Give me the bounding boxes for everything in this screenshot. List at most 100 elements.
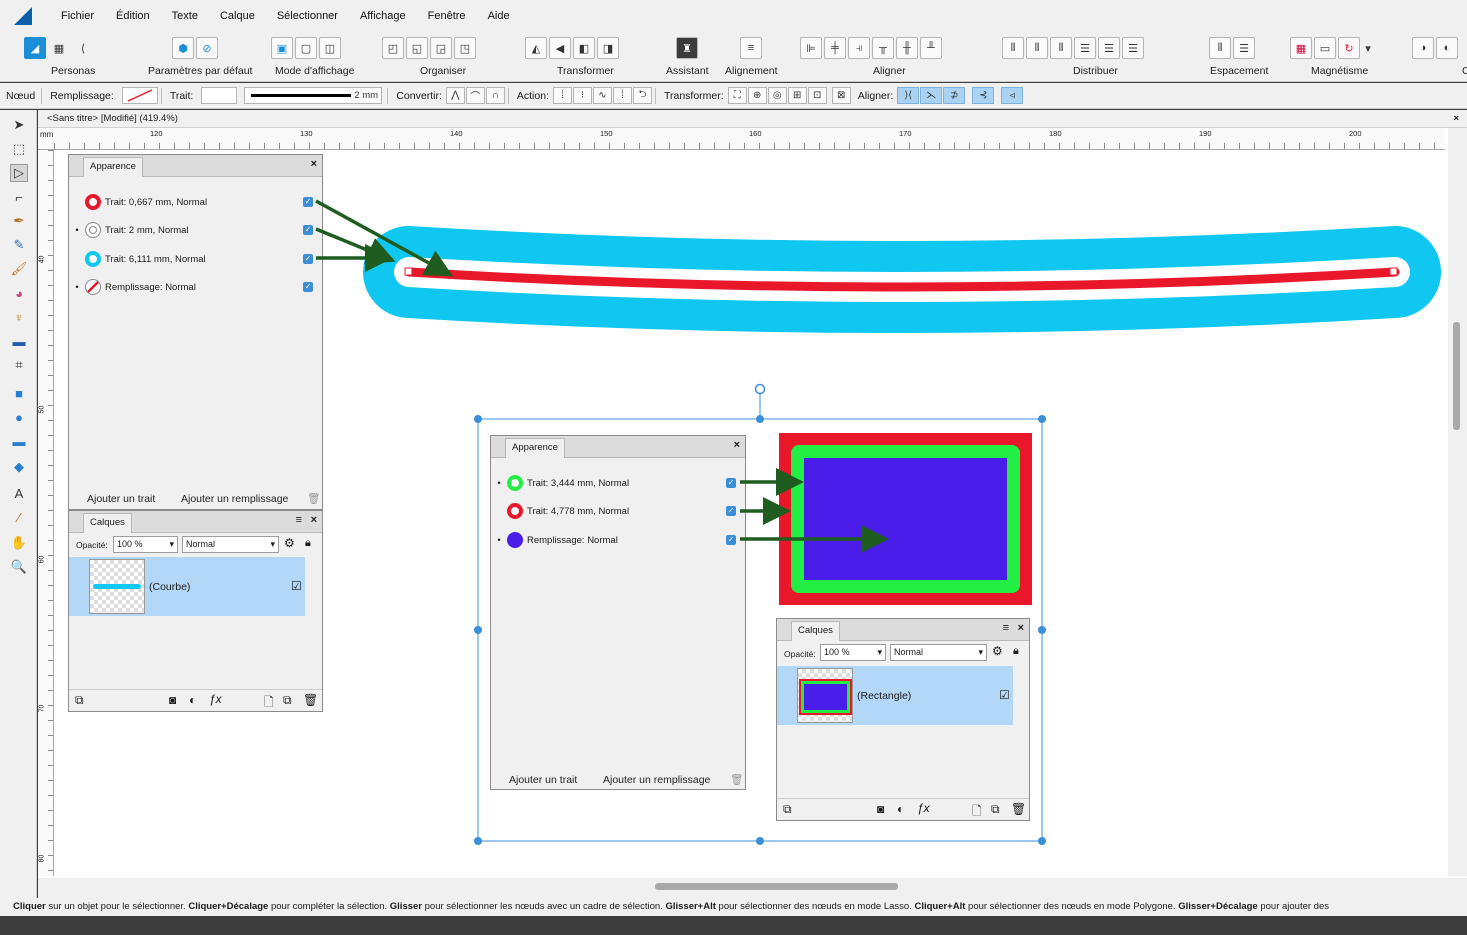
stroke-red-swatch-icon[interactable]	[85, 194, 101, 210]
layers-panel-title[interactable]: Calques	[791, 621, 840, 641]
blend-mode-select[interactable]: Normal ▾	[182, 536, 279, 553]
close-panel-icon[interactable]: ×	[1018, 622, 1024, 634]
mask-icon[interactable]: ◙	[169, 693, 176, 707]
layer-row-rectangle[interactable]: (Rectangle) ☑	[777, 666, 1013, 725]
opacity-value: 100 %	[117, 539, 143, 549]
add-fill-button[interactable]: Ajouter un remplissage	[181, 493, 288, 505]
appearance-row-label: Trait: 0,667 mm, Normal	[105, 196, 208, 208]
panel-menu-icon[interactable]: ≡	[1003, 622, 1009, 634]
stroke-cyan-swatch-icon[interactable]	[85, 251, 101, 267]
trash-icon[interactable]: 🗑	[730, 773, 743, 786]
lock-icon[interactable]: 🔒︎	[305, 537, 311, 550]
appearance-row-label: Trait: 4,778 mm, Normal	[527, 505, 630, 517]
visibility-checkbox[interactable]: ✓	[726, 535, 736, 545]
layers-panel-title[interactable]: Calques	[83, 513, 132, 533]
duplicate-layer-icon[interactable]: ⧉	[991, 802, 1000, 817]
blend-mode-select[interactable]: Normal ▾	[890, 644, 987, 661]
layer-name: (Courbe)	[149, 581, 191, 593]
appearance-row-green-stroke[interactable]: • Trait: 3,444 mm, Normal ✓	[491, 473, 745, 493]
duplicate-layer-icon[interactable]: ⧉	[283, 693, 292, 708]
layer-settings-gear-icon[interactable]: ⚙	[992, 644, 1003, 658]
close-panel-icon[interactable]: ×	[734, 439, 740, 451]
appearance-row-purple-fill[interactable]: • Remplissage: Normal ✓	[491, 530, 745, 550]
opacity-field[interactable]: 100 % ▾	[820, 644, 886, 661]
lock-icon[interactable]: 🔒︎	[1013, 645, 1019, 658]
status-key: Glisser+Décalage	[1178, 901, 1258, 912]
layers-panel-bottom: Calques ≡ × Opacité: 100 % ▾ Normal ▾ ⚙ 🔒︎…	[776, 618, 1030, 821]
selection-handle	[1038, 626, 1046, 634]
appearance-panel-title[interactable]: Apparence	[505, 438, 565, 458]
appearance-row-label: Trait: 3,444 mm, Normal	[527, 477, 630, 489]
appearance-row-red-stroke[interactable]: Trait: 4,778 mm, Normal ✓	[491, 501, 745, 521]
layers-panel-top: Calques ≡ × Opacité: 100 % ▾ Normal ▾ ⚙ 🔒︎…	[68, 510, 323, 712]
opacity-label: Opacité:	[76, 540, 108, 550]
close-panel-icon[interactable]: ×	[311, 514, 317, 526]
blend-mode-value: Normal	[894, 647, 924, 657]
new-layer-icon[interactable]: 🗋	[264, 693, 274, 714]
delete-layer-icon[interactable]: 🗑	[1011, 802, 1026, 816]
add-stroke-button[interactable]: Ajouter un trait	[87, 493, 155, 505]
status-text: pour sélectionner des nœuds en mode Lass…	[715, 901, 915, 912]
appearance-row-fill[interactable]: • Remplissage: Normal ✓	[69, 277, 322, 297]
layer-visibility-checkbox[interactable]: ☑	[999, 688, 1010, 702]
visibility-checkbox[interactable]: ✓	[303, 282, 313, 292]
status-key: Cliquer	[13, 901, 46, 912]
visibility-checkbox[interactable]: ✓	[726, 478, 736, 488]
selection-handle	[474, 837, 482, 845]
layer-thumbnail	[89, 559, 145, 614]
appearance-row-label: Trait: 6,111 mm, Normal	[105, 253, 206, 265]
status-text: sur un objet pour le sélectionner.	[45, 901, 189, 912]
opacity-field[interactable]: 100 % ▾	[113, 536, 178, 553]
fx-icon[interactable]: ƒx	[209, 692, 222, 706]
appearance-row-cyan-stroke[interactable]: Trait: 6,111 mm, Normal ✓	[69, 249, 322, 269]
status-text: pour ajouter des	[1257, 901, 1329, 912]
layer-settings-gear-icon[interactable]: ⚙	[284, 536, 295, 550]
adjustment-icon[interactable]: ◐	[897, 802, 904, 816]
rotation-handle	[754, 383, 766, 395]
appearance-row-white-stroke[interactable]: • Trait: 2 mm, Normal ✓	[69, 220, 322, 240]
stroke-white-swatch-icon[interactable]	[85, 222, 101, 238]
add-stroke-button[interactable]: Ajouter un trait	[509, 774, 577, 786]
visibility-checkbox[interactable]: ✓	[726, 506, 736, 516]
selection-handle	[756, 837, 764, 845]
visibility-checkbox[interactable]: ✓	[303, 254, 313, 264]
stroke-green-swatch-icon[interactable]	[507, 475, 523, 491]
new-layer-icon[interactable]: 🗋	[972, 802, 982, 823]
close-panel-icon[interactable]: ×	[311, 158, 317, 170]
dropdown-arrow-icon: ▾	[270, 539, 275, 549]
trash-icon[interactable]: 🗑	[307, 492, 320, 505]
visibility-checkbox[interactable]: ✓	[303, 225, 313, 235]
window-bottom-edge	[0, 916, 1467, 935]
stroke-red-swatch-icon[interactable]	[507, 503, 523, 519]
add-fill-button[interactable]: Ajouter un remplissage	[603, 774, 710, 786]
adjustment-icon[interactable]: ◐	[189, 693, 196, 707]
layers-footer: ⧉ ◙ ◐ ƒx 🗋 ⧉ 🗑	[777, 798, 1029, 820]
appearance-panel-tab-bar: Apparence ×	[491, 436, 745, 458]
status-key: Cliquer+Décalage	[188, 901, 269, 912]
selection-handle	[474, 415, 482, 423]
opacity-value: 100 %	[824, 647, 850, 657]
selection-handle	[474, 626, 482, 634]
opacity-label: Opacité:	[784, 649, 816, 659]
appearance-panel-title[interactable]: Apparence	[83, 157, 143, 177]
row-bullet: •	[75, 281, 79, 293]
appearance-row-label: Trait: 2 mm, Normal	[105, 224, 189, 236]
fx-icon[interactable]: ƒx	[917, 801, 930, 815]
fill-purple-swatch-icon[interactable]	[507, 532, 523, 548]
panel-menu-icon[interactable]: ≡	[296, 514, 302, 526]
mask-icon[interactable]: ◙	[877, 802, 884, 816]
appearance-row-red-stroke[interactable]: Trait: 0,667 mm, Normal ✓	[69, 192, 322, 212]
layer-thumbnail-rectangle	[799, 679, 852, 715]
status-key: Glisser+Alt	[665, 901, 716, 912]
layers-stack-icon[interactable]: ⧉	[783, 802, 792, 817]
dropdown-arrow-icon: ▾	[169, 539, 174, 549]
layer-name: (Rectangle)	[857, 690, 912, 702]
visibility-checkbox[interactable]: ✓	[303, 197, 313, 207]
layer-row-courbe[interactable]: (Courbe) ☑	[69, 557, 305, 616]
curve-node-end	[1389, 267, 1398, 276]
layers-panel-tab-bar: Calques ≡ ×	[69, 511, 322, 533]
fill-none-swatch-icon[interactable]	[85, 279, 101, 295]
layer-visibility-checkbox[interactable]: ☑	[291, 579, 302, 593]
layers-stack-icon[interactable]: ⧉	[75, 693, 84, 708]
delete-layer-icon[interactable]: 🗑	[303, 693, 318, 707]
